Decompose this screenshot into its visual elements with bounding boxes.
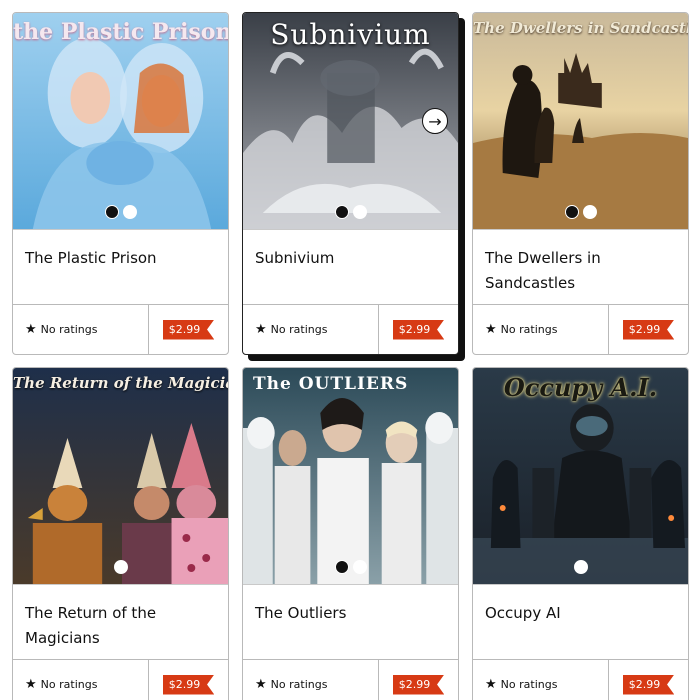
- title-area: The Return of the Magicians: [13, 584, 228, 662]
- book-card-outliers[interactable]: The OUTLIERS The Outliers ★ No ratings $…: [242, 367, 459, 700]
- card-footer: ★ No ratings $2.99: [13, 304, 228, 354]
- price-cell[interactable]: $2.99: [378, 305, 458, 354]
- card-footer: ★ No ratings $2.99: [243, 304, 458, 354]
- card-footer: ★ No ratings $2.99: [243, 659, 458, 700]
- book-title[interactable]: The Outliers: [255, 601, 446, 626]
- rating-text: No ratings: [500, 323, 558, 336]
- card-footer: ★ No ratings $2.99: [473, 304, 688, 354]
- book-cover-image[interactable]: The OUTLIERS: [243, 368, 458, 584]
- rating-text: No ratings: [270, 323, 328, 336]
- star-icon: ★: [255, 677, 267, 692]
- price-tag[interactable]: $2.99: [392, 674, 445, 695]
- book-title[interactable]: The Plastic Prison: [25, 246, 216, 271]
- rating-text: No ratings: [40, 323, 98, 336]
- rating-text: No ratings: [40, 678, 98, 691]
- rating: ★ No ratings: [473, 660, 608, 700]
- carousel-dots: [334, 560, 367, 574]
- carousel-dots: [113, 560, 128, 574]
- price-cell[interactable]: $2.99: [148, 305, 228, 354]
- book-card-magicians[interactable]: The Return of the Magicians The Return o…: [12, 367, 229, 700]
- carousel-dot-active[interactable]: [334, 560, 349, 574]
- arrow-right-icon[interactable]: →: [422, 108, 448, 134]
- book-cover-image[interactable]: The Dwellers in Sandcastles: [473, 13, 688, 229]
- star-icon: ★: [25, 677, 37, 692]
- book-card-occupy-ai[interactable]: Occupy A.I. Occupy AI ★ No ratings $2.99: [472, 367, 689, 700]
- star-icon: ★: [25, 322, 37, 337]
- book-title[interactable]: The Return of the Magicians: [25, 601, 216, 651]
- rating: ★ No ratings: [473, 305, 608, 354]
- star-icon: ★: [255, 322, 267, 337]
- carousel-dot[interactable]: [573, 560, 588, 574]
- star-icon: ★: [485, 322, 497, 337]
- title-area: Occupy AI: [473, 584, 688, 662]
- price-tag[interactable]: $2.99: [162, 674, 215, 695]
- carousel-dot[interactable]: [113, 560, 128, 574]
- book-title[interactable]: Subnivium: [255, 246, 446, 271]
- price-tag[interactable]: $2.99: [162, 319, 215, 340]
- book-title[interactable]: Occupy AI: [485, 601, 676, 626]
- carousel-dot-active[interactable]: [104, 205, 119, 219]
- book-title[interactable]: The Dwellers in Sandcastles: [485, 246, 676, 296]
- rating: ★ No ratings: [13, 305, 148, 354]
- title-area: The Outliers: [243, 584, 458, 662]
- carousel-dots: [334, 205, 367, 219]
- rating-text: No ratings: [270, 678, 328, 691]
- carousel-dots: [104, 205, 137, 219]
- star-icon: ★: [485, 677, 497, 692]
- price-cell[interactable]: $2.99: [608, 305, 688, 354]
- book-cover-image[interactable]: The Return of the Magicians: [13, 368, 228, 584]
- book-card-plastic-prison[interactable]: the Plastic Prison The Plastic Prison ★ …: [12, 12, 229, 355]
- book-cover-image[interactable]: Subnivium →: [243, 13, 458, 229]
- rating: ★ No ratings: [13, 660, 148, 700]
- rating: ★ No ratings: [243, 660, 378, 700]
- carousel-dot[interactable]: [352, 560, 367, 574]
- card-footer: ★ No ratings $2.99: [473, 659, 688, 700]
- price-tag[interactable]: $2.99: [622, 674, 675, 695]
- price-tag[interactable]: $2.99: [622, 319, 675, 340]
- carousel-dots: [573, 560, 588, 574]
- rating-text: No ratings: [500, 678, 558, 691]
- price-cell[interactable]: $2.99: [608, 660, 688, 700]
- title-area: Subnivium: [243, 229, 458, 307]
- price-cell[interactable]: $2.99: [378, 660, 458, 700]
- book-card-dwellers[interactable]: The Dwellers in Sandcastles The Dwellers…: [472, 12, 689, 355]
- carousel-dot[interactable]: [352, 205, 367, 219]
- carousel-dot[interactable]: [582, 205, 597, 219]
- carousel-dots: [564, 205, 597, 219]
- price-cell[interactable]: $2.99: [148, 660, 228, 700]
- rating: ★ No ratings: [243, 305, 378, 354]
- book-cover-image[interactable]: Occupy A.I.: [473, 368, 688, 584]
- price-tag[interactable]: $2.99: [392, 319, 445, 340]
- title-area: The Plastic Prison: [13, 229, 228, 307]
- title-area: The Dwellers in Sandcastles: [473, 229, 688, 307]
- carousel-dot[interactable]: [122, 205, 137, 219]
- book-cover-image[interactable]: the Plastic Prison: [13, 13, 228, 229]
- card-footer: ★ No ratings $2.99: [13, 659, 228, 700]
- carousel-dot-active[interactable]: [334, 205, 349, 219]
- carousel-dot-active[interactable]: [564, 205, 579, 219]
- book-card-subnivium[interactable]: Subnivium → Subnivium ★ No ratings $2.99: [242, 12, 459, 355]
